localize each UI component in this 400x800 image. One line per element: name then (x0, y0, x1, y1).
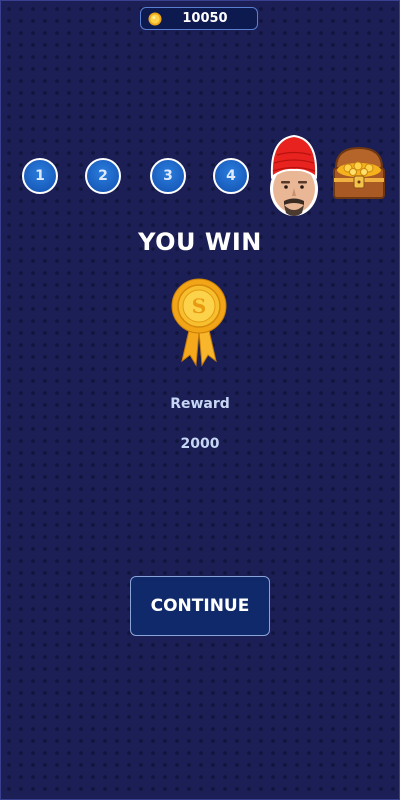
level-1-badge: 1 (22, 158, 58, 194)
level-4-badge: 4 (213, 158, 249, 194)
coin-value: 10050 (182, 11, 228, 26)
coin-balance: 10050 (140, 7, 258, 30)
svg-text:S: S (192, 294, 206, 318)
level-2-badge: 2 (85, 158, 121, 194)
treasure-chest-icon (333, 146, 385, 199)
win-title: YOU WIN (138, 228, 262, 256)
player-avatar (270, 134, 318, 216)
reward-amount: 2000 (180, 436, 220, 452)
continue-button[interactable]: CONTINUE (130, 576, 270, 636)
level-3-badge: 3 (150, 158, 186, 194)
medal-icon: S (171, 278, 227, 367)
reward-label: Reward (170, 396, 230, 412)
